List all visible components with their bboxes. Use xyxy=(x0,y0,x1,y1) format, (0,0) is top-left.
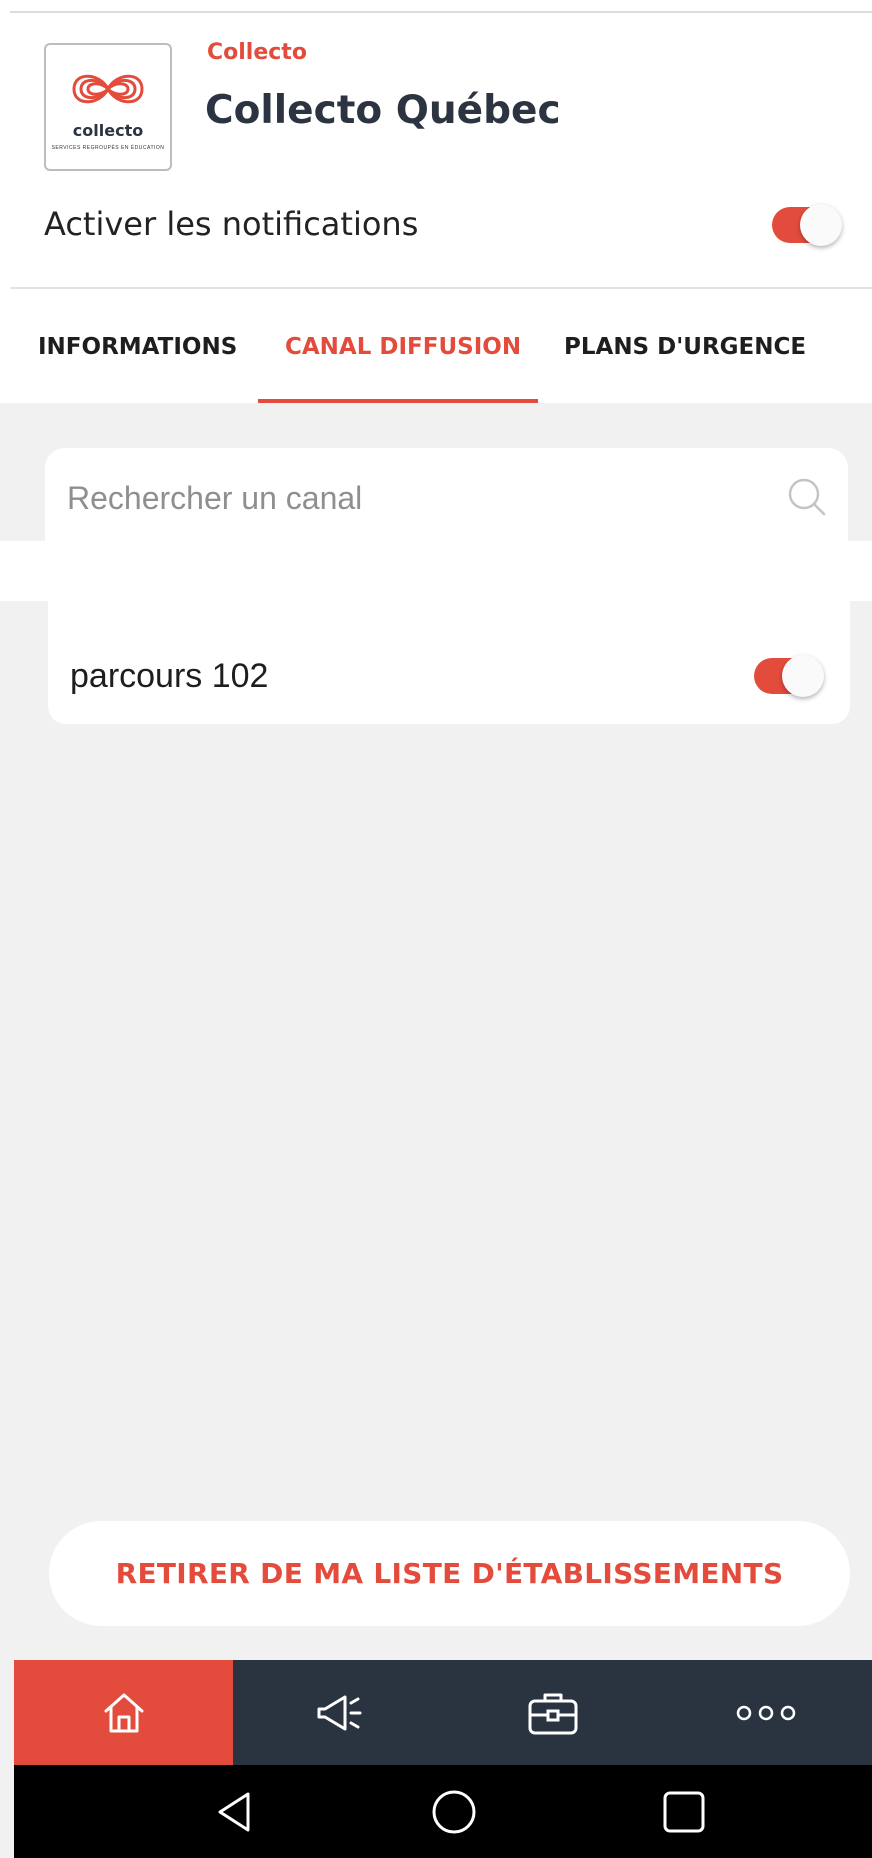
system-back-button[interactable] xyxy=(174,1765,294,1858)
system-home-button[interactable] xyxy=(394,1765,514,1858)
organization-title: Collecto Québec xyxy=(205,88,561,133)
organization-logo: collecto SERVICES REGROUPÉS EN ÉDUCATION xyxy=(44,43,172,171)
logo-tagline: SERVICES REGROUPÉS EN ÉDUCATION xyxy=(51,145,165,151)
nav-more[interactable] xyxy=(659,1660,872,1765)
tab-bar: INFORMATIONS CANAL DIFFUSION PLANS D'URG… xyxy=(0,289,872,403)
organization-subtitle: Collecto xyxy=(207,40,307,65)
active-tab-indicator xyxy=(258,399,538,403)
back-icon xyxy=(218,1792,250,1831)
list-spacer xyxy=(0,541,872,601)
recents-icon xyxy=(663,1791,705,1832)
toggle-knob xyxy=(800,204,842,246)
remove-from-list-button[interactable]: RETIRER DE MA LISTE D'ÉTABLISSEMENTS xyxy=(49,1521,850,1626)
toggle-knob xyxy=(782,655,824,697)
divider xyxy=(10,11,872,13)
briefcase-icon xyxy=(528,1693,577,1734)
logo-wordmark: collecto xyxy=(72,121,144,140)
channel-toggle[interactable] xyxy=(754,655,824,697)
megaphone-icon xyxy=(317,1695,361,1730)
bottom-navigation xyxy=(14,1660,872,1765)
search-input[interactable]: Rechercher un canal xyxy=(67,480,362,517)
system-navigation-bar xyxy=(14,1765,872,1858)
nav-emergency-kit[interactable] xyxy=(446,1660,659,1765)
search-box[interactable]: Rechercher un canal xyxy=(45,448,848,543)
nav-home[interactable] xyxy=(14,1660,233,1765)
system-recents-button[interactable] xyxy=(624,1765,744,1858)
list-item: parcours 102 xyxy=(48,601,850,724)
channel-name: parcours 102 xyxy=(70,657,269,695)
nav-announcements[interactable] xyxy=(233,1660,446,1765)
tab-informations[interactable]: INFORMATIONS xyxy=(38,334,237,360)
home-icon xyxy=(104,1693,143,1732)
home-circle-icon xyxy=(432,1790,476,1833)
notifications-toggle[interactable] xyxy=(772,204,842,246)
more-icon xyxy=(736,1705,795,1720)
notifications-label: Activer les notifications xyxy=(44,205,419,243)
tab-plans-urgence[interactable]: PLANS D'URGENCE xyxy=(564,334,806,360)
search-icon[interactable] xyxy=(786,476,828,518)
app-screen: collecto SERVICES REGROUPÉS EN ÉDUCATION… xyxy=(0,0,872,1858)
tab-canal-diffusion[interactable]: CANAL DIFFUSION xyxy=(285,334,521,360)
collecto-logo-icon xyxy=(72,74,144,104)
header: collecto SERVICES REGROUPÉS EN ÉDUCATION… xyxy=(0,0,872,403)
